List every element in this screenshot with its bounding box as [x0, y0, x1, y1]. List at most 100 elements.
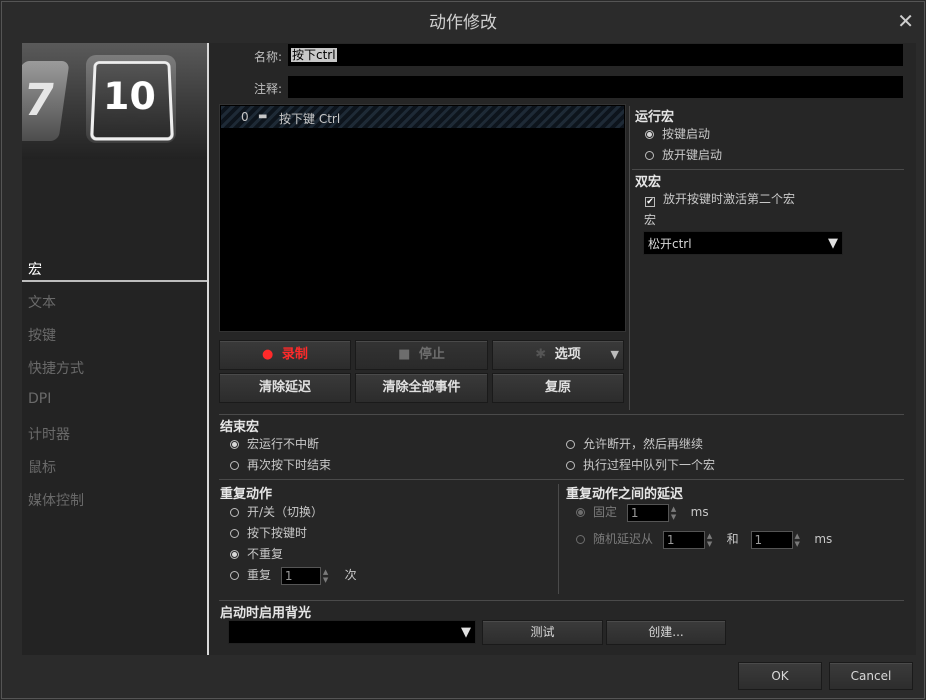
radio-icon — [230, 461, 239, 470]
ms-unit: ms — [814, 532, 833, 546]
comment-input[interactable] — [288, 76, 903, 98]
spinner-arrows-icon[interactable]: ▲ ▼ — [795, 532, 803, 548]
second-macro-label: 放开按键时激活第二个宏 — [663, 192, 796, 206]
chevron-down-icon: ▼ — [610, 348, 619, 361]
sidebar-item-dpi[interactable]: DPI — [28, 391, 198, 407]
chevron-down-icon: ▼ — [461, 625, 471, 640]
comment-label: 注释: — [253, 82, 282, 96]
record-button[interactable]: ● 录制 — [219, 340, 351, 370]
options-button[interactable]: ✱ 选项 ▼ — [492, 340, 624, 370]
close-icon[interactable]: ✕ — [897, 11, 914, 31]
radio-queue-next-label: 执行过程中队列下一个宏 — [583, 458, 716, 472]
stop-button[interactable]: ■ 停止 — [355, 340, 488, 370]
radio-fixed-delay[interactable]: 固定 1 ▲ ▼ ms — [576, 503, 709, 522]
sidebar-item-timer[interactable]: 计时器 — [28, 424, 198, 444]
key-7-label: 7 — [22, 75, 59, 126]
radio-no-interrupt[interactable]: 宏运行不中断 — [230, 435, 319, 452]
fixed-delay-label: 固定 — [593, 505, 618, 519]
divider — [632, 169, 904, 170]
radio-toggle-label: 开/关（切换） — [247, 505, 324, 519]
second-macro-select[interactable]: 松开ctrl ▼ — [643, 231, 843, 255]
sidebar-item-macro[interactable]: 宏 — [28, 259, 198, 279]
repeat-count-input[interactable]: 1 — [280, 566, 321, 585]
event-list[interactable]: 0 ▬ 按下键 Ctrl — [219, 104, 626, 332]
repeat-divider — [558, 484, 559, 594]
radio-icon — [645, 130, 654, 139]
end-macro-title: 结束宏 — [220, 420, 260, 435]
radio-no-repeat[interactable]: 不重复 — [230, 545, 283, 562]
and-label: 和 — [726, 532, 739, 546]
clear-all-events-button[interactable]: 清除全部事件 — [355, 373, 488, 403]
radio-icon — [230, 440, 239, 449]
sidebar-item-text[interactable]: 文本 — [28, 292, 198, 312]
dialog-title: 动作修改 — [429, 13, 497, 33]
cancel-button[interactable]: Cancel — [829, 662, 913, 690]
radio-release-label: 放开键启动 — [662, 148, 723, 162]
name-value: 按下ctrl — [291, 48, 337, 62]
radio-icon — [230, 550, 239, 559]
sidebar-active-underline — [22, 280, 207, 282]
record-dot-icon: ● — [262, 347, 274, 362]
ms-unit: ms — [690, 505, 709, 519]
radio-queue-next[interactable]: 执行过程中队列下一个宏 — [566, 456, 715, 473]
radio-while-held[interactable]: 按下按键时 — [230, 524, 307, 541]
repeat-delay-title: 重复动作之间的延迟 — [566, 487, 684, 502]
backlight-select[interactable]: ▼ — [228, 620, 476, 644]
ok-button[interactable]: OK — [738, 662, 822, 690]
second-macro-checkbox[interactable]: ✔ 放开按键时激活第二个宏 — [645, 190, 795, 207]
random-delay-label: 随机延迟从 — [593, 532, 654, 546]
radio-repeat-n[interactable]: 重复 1 ▲ ▼ 次 — [230, 566, 357, 585]
radio-icon — [566, 440, 575, 449]
sidebar-item-mouse[interactable]: 鼠标 — [28, 457, 198, 477]
radio-press-label: 按键启动 — [662, 127, 711, 141]
random-from-input[interactable]: 1 — [662, 530, 705, 549]
radio-repeat-label: 重复 — [247, 568, 272, 582]
spinner-arrows-icon[interactable]: ▲ ▼ — [707, 532, 715, 548]
name-input[interactable]: 按下ctrl — [288, 44, 903, 66]
stop-label: 停止 — [418, 347, 445, 362]
spinner-arrows-icon[interactable]: ▲ ▼ — [323, 568, 331, 584]
spinner-arrows-icon[interactable]: ▲ ▼ — [671, 505, 679, 521]
radio-no-interrupt-label: 宏运行不中断 — [247, 437, 320, 451]
record-label: 录制 — [281, 347, 308, 362]
radio-press-start[interactable]: 按键启动 — [645, 125, 710, 142]
radio-no-repeat-label: 不重复 — [247, 547, 284, 561]
radio-press-again-label: 再次按下时结束 — [247, 458, 332, 472]
sidebar-item-shortcut[interactable]: 快捷方式 — [28, 358, 198, 378]
macro-select-label: 宏 — [644, 213, 657, 227]
second-macro-value: 松开ctrl — [648, 237, 692, 251]
radio-icon — [576, 535, 585, 544]
backlight-title: 启动时启用背光 — [220, 606, 312, 621]
radio-icon — [230, 508, 239, 517]
restore-button[interactable]: 复原 — [492, 373, 624, 403]
test-button[interactable]: 测试 — [482, 620, 603, 645]
repeat-title: 重复动作 — [220, 487, 273, 502]
sidebar-item-keys[interactable]: 按键 — [28, 325, 198, 345]
radio-release-start[interactable]: 放开键启动 — [645, 146, 722, 163]
radio-toggle[interactable]: 开/关（切换） — [230, 503, 323, 520]
radio-allow-interrupt-label: 允许断开，然后再继续 — [583, 437, 704, 451]
sidebar-item-media[interactable]: 媒体控制 — [28, 490, 198, 510]
radio-icon — [566, 461, 575, 470]
random-to-input[interactable]: 1 — [750, 530, 793, 549]
radio-random-delay[interactable]: 随机延迟从 1 ▲ ▼ 和 1 ▲ ▼ ms — [576, 530, 832, 549]
right-column-divider — [629, 106, 630, 410]
radio-icon — [230, 571, 239, 580]
radio-press-again-end[interactable]: 再次按下时结束 — [230, 456, 331, 473]
key-10-face: 10 — [90, 61, 174, 141]
clear-delay-button[interactable]: 清除延迟 — [219, 373, 351, 403]
create-button[interactable]: 创建... — [606, 620, 726, 645]
key-10-label: 10 — [102, 74, 157, 119]
radio-allow-interrupt[interactable]: 允许断开，然后再继续 — [566, 435, 703, 452]
radio-icon — [645, 151, 654, 160]
times-unit: 次 — [344, 568, 357, 582]
options-label: 选项 — [554, 347, 581, 362]
checkmark-icon: ✔ — [645, 197, 655, 207]
event-text: 按下键 Ctrl — [279, 112, 341, 126]
fixed-delay-input[interactable]: 1 — [626, 503, 669, 522]
stop-square-icon: ■ — [398, 347, 411, 362]
radio-while-held-label: 按下按键时 — [247, 526, 308, 540]
chevron-down-icon: ▼ — [828, 236, 838, 251]
list-item[interactable]: 0 ▬ 按下键 Ctrl — [221, 106, 624, 128]
divider — [219, 414, 904, 415]
